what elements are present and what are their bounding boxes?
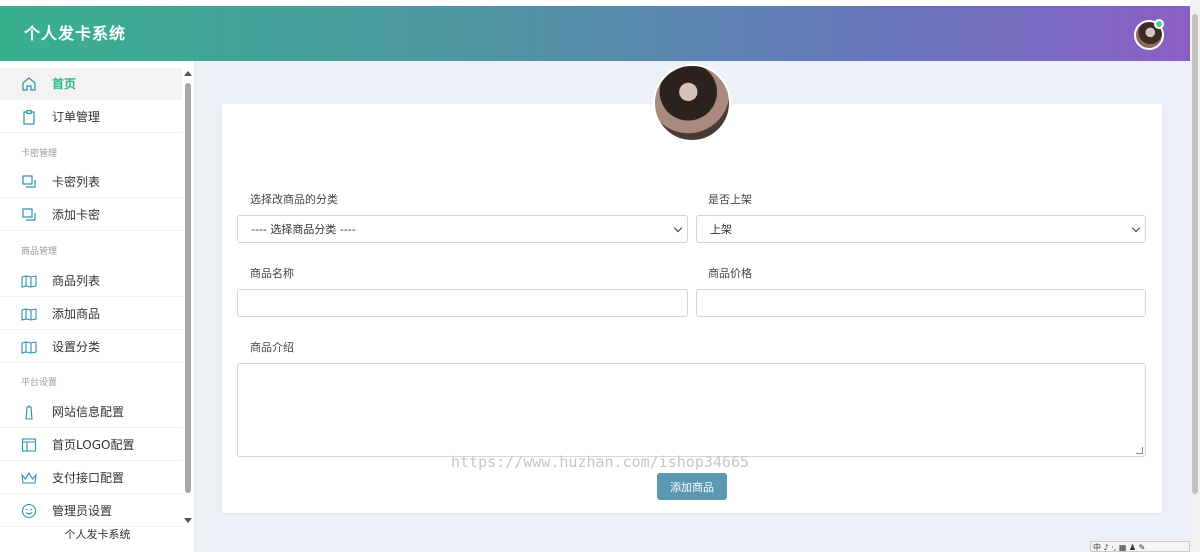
sidebar-item-orders[interactable]: 订单管理 [0, 101, 182, 133]
page-scrollbar[interactable] [1190, 0, 1200, 552]
online-status-dot [1154, 19, 1164, 29]
scroll-up-arrow-icon[interactable] [184, 71, 192, 76]
sidebar-item-admin[interactable]: 管理员设置 [0, 495, 182, 527]
listed-select[interactable]: 上架 [696, 215, 1146, 243]
chevron-down-icon [673, 223, 683, 233]
sidebar-item-label: 网站信息配置 [52, 405, 125, 419]
sidebar-scrollbar[interactable] [183, 69, 193, 529]
add-product-button[interactable]: 添加商品 [657, 473, 727, 500]
listed-label: 是否上架 [708, 193, 752, 206]
product-price-input[interactable] [696, 289, 1146, 317]
sidebar-item-categories[interactable]: 设置分类 [0, 331, 182, 363]
top-header: 个人发卡系统 [0, 6, 1190, 61]
sidebar-item-add-product[interactable]: 添加商品 [0, 298, 182, 330]
category-label: 选择改商品的分类 [250, 193, 338, 206]
category-select[interactable]: ---- 选择商品分类 ---- [237, 215, 688, 243]
sidebar-item-payment[interactable]: 支付接口配置 [0, 462, 182, 494]
sidebar-item-label: 首页 [52, 77, 77, 91]
sidebar-item-home[interactable]: 首页 [0, 68, 182, 100]
sidebar-item-add-card[interactable]: 添加卡密 [0, 199, 182, 231]
profile-avatar [653, 64, 731, 142]
product-name-label: 商品名称 [250, 267, 294, 280]
product-price-label: 商品价格 [708, 267, 752, 280]
clipboard-icon [23, 109, 35, 125]
sidebar-scrollbar-thumb[interactable] [185, 83, 191, 493]
sidebar: 首页 订单管理 卡密管理 卡密列表 添加卡密 商品管理 商品列表 添加商品 设置… [0, 61, 195, 552]
smile-icon [21, 503, 37, 518]
sidebar-item-label: 设置分类 [52, 340, 101, 354]
section-label-products: 商品管理 [21, 247, 58, 257]
sidebar-item-site-info[interactable]: 网站信息配置 [0, 396, 182, 428]
section-label-cards: 卡密管理 [21, 149, 58, 159]
product-intro-textarea[interactable] [237, 363, 1146, 457]
app-title: 个人发卡系统 [24, 24, 127, 43]
watermark-text: https://www.huzhan.com/ishop34665 [451, 453, 750, 471]
book-icon [21, 307, 37, 321]
sidebar-item-label: 添加卡密 [52, 208, 101, 222]
scroll-down-arrow-icon[interactable] [184, 518, 192, 523]
product-name-input[interactable] [237, 289, 688, 317]
sidebar-item-label: 管理员设置 [52, 504, 113, 518]
sidebar-item-product-list[interactable]: 商品列表 [0, 265, 182, 297]
sidebar-item-card-list[interactable]: 卡密列表 [0, 166, 182, 198]
resize-grip-icon[interactable] [1136, 447, 1143, 454]
category-select-value: ---- 选择商品分类 ---- [251, 223, 356, 236]
sidebar-item-label: 首页LOGO配置 [52, 438, 135, 452]
sidebar-item-label: 订单管理 [52, 110, 101, 124]
sidebar-item-label: 添加商品 [52, 307, 101, 321]
sidebar-item-label: 商品列表 [52, 274, 101, 288]
section-label-platform: 平台设置 [21, 378, 58, 388]
copy-icon [22, 207, 36, 221]
page-scrollbar-thumb[interactable] [1192, 14, 1198, 494]
copy-icon [22, 174, 36, 188]
listed-select-value: 上架 [710, 223, 732, 236]
home-icon [22, 76, 36, 91]
sidebar-item-logo[interactable]: 首页LOGO配置 [0, 429, 182, 461]
book-icon [21, 274, 37, 288]
book-icon [21, 340, 37, 354]
product-intro-label: 商品介绍 [250, 341, 294, 354]
sidebar-item-label: 卡密列表 [52, 175, 101, 189]
crown-icon [21, 471, 37, 484]
ime-toolbar[interactable]: 中 ♪ ·, ▦ ♟ ✎ [1090, 541, 1190, 552]
sidebar-footer: 个人发卡系统 [64, 528, 131, 541]
tower-icon [25, 404, 33, 420]
chevron-down-icon [1131, 223, 1141, 233]
sidebar-item-label: 支付接口配置 [52, 471, 125, 485]
layout-icon [21, 437, 37, 452]
